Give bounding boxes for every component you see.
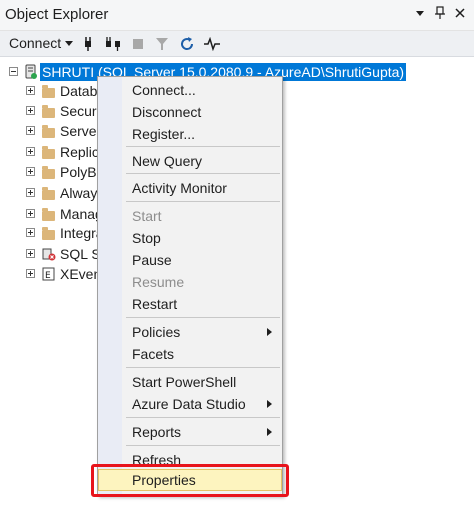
tree-node-label: Replic (60, 144, 99, 160)
menu-item-label: Connect... (132, 82, 196, 98)
menu-item-label: Pause (132, 252, 172, 268)
expand-icon[interactable] (26, 167, 35, 176)
folder-icon (42, 85, 55, 98)
collapse-icon[interactable] (9, 67, 18, 76)
menu-separator (126, 317, 280, 318)
expand-icon[interactable] (26, 126, 35, 135)
connect-label: Connect (9, 35, 62, 51)
menu-item-label: Register... (132, 126, 196, 142)
menu-item-azure-data-studio[interactable]: Azure Data Studio (98, 393, 282, 415)
menu-item-stop[interactable]: Stop (98, 227, 282, 249)
tree-node-label: Datab (60, 83, 98, 99)
stop-icon[interactable] (128, 34, 148, 54)
refresh-icon[interactable] (177, 34, 197, 54)
expand-icon[interactable] (26, 106, 35, 115)
menu-item-start-powershell[interactable]: Start PowerShell (98, 371, 282, 393)
folder-icon (42, 208, 55, 221)
menu-separator (126, 417, 280, 418)
menu-item-label: Reports (132, 424, 182, 440)
tree-node-label: Securi (60, 103, 100, 119)
folder-icon (42, 187, 55, 200)
submenu-arrow-icon (267, 400, 272, 408)
folder-icon (42, 125, 55, 138)
expand-icon[interactable] (26, 147, 35, 156)
filter-icon[interactable] (152, 34, 172, 54)
menu-item-pause[interactable]: Pause (98, 249, 282, 271)
menu-separator (126, 445, 280, 446)
submenu-arrow-icon (267, 428, 272, 436)
disconnect-plug-icon[interactable] (103, 34, 123, 54)
activity-icon[interactable] (202, 34, 222, 54)
menu-item-label: Stop (132, 230, 161, 246)
menu-item-activity-monitor[interactable]: Activity Monitor (98, 177, 282, 199)
menu-item-disconnect[interactable]: Disconnect (98, 101, 282, 123)
menu-item-label: Start PowerShell (132, 374, 237, 390)
menu-item-label: Start (132, 208, 162, 224)
menu-item-facets[interactable]: Facets (98, 343, 282, 365)
menu-item-register[interactable]: Register... (98, 123, 282, 145)
connect-dropdown-button[interactable]: Connect (9, 35, 74, 51)
menu-item-restart[interactable]: Restart (98, 293, 282, 315)
menu-separator (126, 367, 280, 368)
menu-item-reports[interactable]: Reports (98, 421, 282, 443)
menu-separator (126, 201, 280, 202)
folder-icon (42, 146, 55, 159)
folder-icon (42, 227, 55, 240)
menu-item-resume[interactable]: Resume (98, 271, 282, 293)
expand-icon[interactable] (26, 249, 35, 258)
menu-item-connect[interactable]: Connect... (98, 79, 282, 101)
expand-icon[interactable] (26, 188, 35, 197)
tree-node-label: Server (60, 123, 102, 139)
annotation-highlight-box (91, 464, 289, 497)
object-explorer-titlebar: Object Explorer (0, 0, 474, 31)
svg-text:E: E (45, 271, 51, 281)
pin-icon[interactable] (432, 4, 448, 22)
expand-icon[interactable] (26, 228, 35, 237)
menu-item-label: Activity Monitor (132, 180, 227, 196)
expand-icon[interactable] (26, 209, 35, 218)
object-explorer-toolbar: Connect (0, 31, 474, 57)
connect-plug-icon[interactable] (78, 34, 98, 54)
menu-separator (126, 146, 280, 147)
folder-icon (42, 166, 55, 179)
submenu-arrow-icon (267, 328, 272, 336)
close-icon[interactable] (452, 4, 468, 22)
expand-icon[interactable] (26, 86, 35, 95)
chevron-down-icon (65, 40, 74, 46)
menu-item-policies[interactable]: Policies (98, 321, 282, 343)
tree-node-label: XEven (60, 266, 102, 282)
menu-item-label: Azure Data Studio (132, 396, 246, 412)
context-menu: Connect... Disconnect Register... New Query… (97, 76, 283, 496)
menu-item-label: Facets (132, 346, 175, 362)
menu-item-label: Policies (132, 324, 181, 340)
expand-icon[interactable] (26, 269, 35, 278)
xevent-icon: E (42, 267, 55, 284)
menu-separator (126, 173, 280, 174)
panel-title: Object Explorer (5, 6, 109, 23)
tree-node-label: Alway (60, 185, 98, 201)
dropdown-icon[interactable] (412, 4, 428, 22)
menu-item-new-query[interactable]: New Query (98, 150, 282, 172)
menu-item-label: New Query (132, 153, 203, 169)
menu-item-label: Restart (132, 296, 178, 312)
menu-item-start[interactable]: Start (98, 205, 282, 227)
menu-item-label: Disconnect (132, 104, 202, 120)
folder-icon (42, 105, 55, 118)
sql-agent-icon (42, 247, 56, 264)
menu-item-label: Resume (132, 274, 185, 290)
